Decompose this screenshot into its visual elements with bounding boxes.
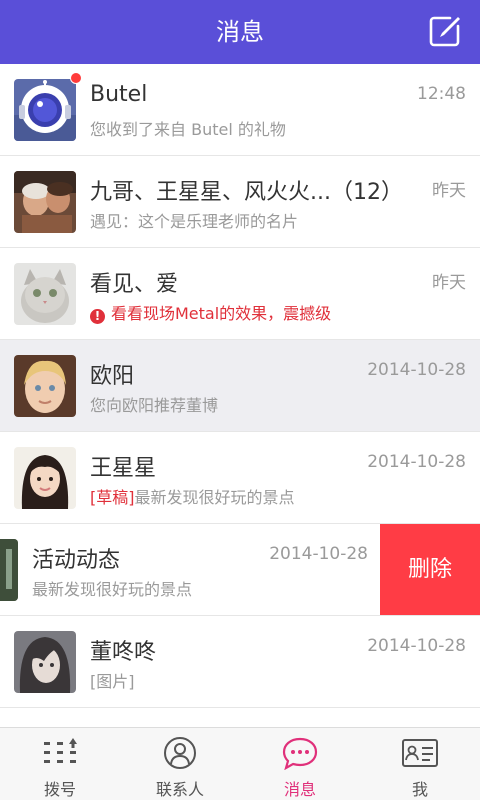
- delete-button[interactable]: 删除: [380, 524, 480, 616]
- compose-icon[interactable]: [428, 14, 462, 48]
- tab-label: 联系人: [155, 780, 204, 799]
- conversation-row[interactable]: 九哥、王星星、风火火...（12） 昨天 遇见：这个是乐理老师的名片: [0, 156, 480, 248]
- conversation-time: 2014-10-28: [367, 452, 466, 472]
- conversation-preview: 最新发现很好玩的景点: [32, 580, 193, 599]
- profile-card-icon: [400, 736, 440, 770]
- conversation-row[interactable]: 王星星 2014-10-28 [草稿]最新发现很好玩的景点: [0, 432, 480, 524]
- top-bar: 消息: [0, 0, 480, 64]
- conversation-preview: [草稿]最新发现很好玩的景点: [90, 484, 295, 508]
- row-divider: [0, 707, 480, 708]
- conversation-name: 活动动态: [32, 548, 121, 573]
- conversation-preview: 您向欧阳推荐董博: [90, 396, 219, 415]
- unread-dot: [70, 72, 82, 84]
- conversation-name: Butel: [90, 82, 148, 107]
- alert-text: 看看现场Metal的效果，震撼级: [111, 304, 332, 323]
- conversation-name: 看见、爱: [90, 272, 179, 297]
- conversation-time: 昨天: [432, 181, 466, 201]
- child-photo-avatar: [14, 355, 76, 417]
- conversation-name: 欧阳: [90, 364, 135, 389]
- tab-label: 拨号: [43, 780, 76, 799]
- conversation-preview: ! 看看现场Metal的效果，震撼级: [90, 300, 331, 324]
- tab-dialpad[interactable]: 拨号: [0, 728, 120, 800]
- message-icon: [280, 736, 320, 771]
- tab-label: 我: [411, 780, 428, 799]
- tab-messages[interactable]: 消息: [240, 728, 360, 800]
- contacts-icon: [160, 736, 200, 770]
- group-photo-avatar: [14, 171, 76, 233]
- alert-icon: !: [90, 309, 105, 324]
- girl-photo-avatar: [14, 447, 76, 509]
- conversation-row[interactable]: 董咚咚 2014-10-28 [图片]: [0, 616, 480, 708]
- butel-robot-avatar: [14, 79, 76, 141]
- conversation-row[interactable]: 欧阳 2014-10-28 您向欧阳推荐董博: [0, 340, 480, 432]
- conversation-row[interactable]: 看见、爱 昨天 ! 看看现场Metal的效果，震撼级: [0, 248, 480, 340]
- tab-me[interactable]: 我: [360, 728, 480, 800]
- conversation-preview: 遇见：这个是乐理老师的名片: [90, 212, 299, 231]
- draft-tag: [草稿]: [90, 488, 135, 507]
- activity-photo-avatar: [0, 539, 18, 601]
- conversation-row[interactable]: Butel 12:48 您收到了来自 Butel 的礼物: [0, 64, 480, 156]
- tab-contacts[interactable]: 联系人: [120, 728, 240, 800]
- conversation-name: 王星星: [90, 456, 157, 481]
- conversation-preview: [图片]: [90, 672, 135, 691]
- conversation-list[interactable]: Butel 12:48 您收到了来自 Butel 的礼物 九哥、王星星、风火火.…: [0, 64, 480, 727]
- conversation-row[interactable]: 活动动态 2014-10-28 最新发现很好玩的景点 删除: [0, 524, 480, 616]
- page-title: 消息: [216, 18, 264, 46]
- conversation-time: 昨天: [432, 273, 466, 293]
- conversation-time: 2014-10-28: [269, 544, 368, 564]
- conversation-name: 九哥、王星星、风火火...（12）: [90, 180, 403, 205]
- conversation-name: 董咚咚: [90, 640, 157, 665]
- draft-text: 最新发现很好玩的景点: [134, 488, 295, 507]
- bottom-tab-bar: 拨号 联系人 消息 我: [0, 727, 480, 800]
- cat-photo-avatar: [14, 263, 76, 325]
- tab-label: 消息: [283, 780, 316, 799]
- dialpad-icon: [40, 736, 80, 770]
- woman-photo-avatar: [14, 631, 76, 693]
- conversation-time: 12:48: [417, 84, 466, 104]
- conversation-time: 2014-10-28: [367, 636, 466, 656]
- conversation-time: 2014-10-28: [367, 360, 466, 380]
- conversation-preview: 您收到了来自 Butel 的礼物: [90, 120, 286, 139]
